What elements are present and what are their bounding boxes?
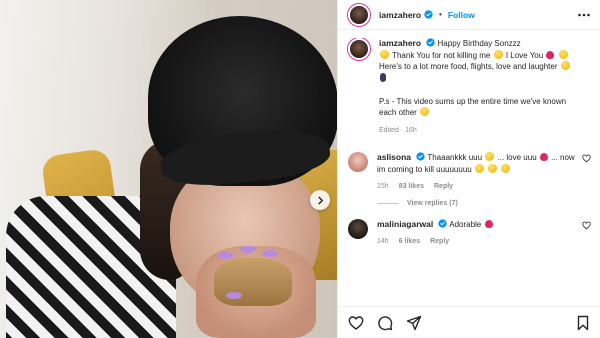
post-actions: [338, 306, 600, 338]
comment-timestamp: 15h: [377, 183, 389, 190]
bookmark-icon[interactable]: [575, 315, 591, 331]
caption-username[interactable]: iamzahero: [379, 38, 421, 48]
verified-icon: [438, 218, 448, 228]
nail: [262, 250, 278, 257]
comment-text: Adorable: [449, 219, 482, 229]
emoji-icon: [560, 61, 570, 70]
verified-icon: [426, 38, 435, 47]
instagram-post-embed: iamzahero • Follow iamzahero Happy Birth…: [0, 0, 600, 338]
more-icon[interactable]: [577, 9, 591, 21]
post-sidebar: iamzahero • Follow iamzahero Happy Birth…: [337, 0, 600, 338]
comment-text: Thaaankkk uuu: [427, 153, 483, 162]
comment-text: ... love uuu: [497, 153, 537, 162]
comments-list[interactable]: iamzahero Happy Birthday Sonzzz Thank Yo…: [338, 38, 600, 300]
avatar[interactable]: [348, 38, 370, 60]
nail: [226, 292, 242, 299]
heart-emoji-icon: [539, 153, 548, 161]
follow-button[interactable]: Follow: [448, 10, 475, 20]
comment-body: maliniagarwal Adorable 14h 6 likes Reply: [377, 219, 591, 248]
comment-meta: 14h 6 likes Reply: [377, 236, 577, 248]
heart-emoji-icon: [484, 219, 493, 228]
verified-icon: [424, 10, 433, 19]
header-user: iamzahero • Follow: [379, 10, 475, 20]
caption-text: P.s - This video sums up the entire time…: [379, 96, 567, 118]
emoji-icon: [380, 49, 389, 59]
comment-like-icon[interactable]: [582, 221, 591, 230]
next-slide-button[interactable]: [310, 190, 330, 210]
caption-text: Happy Birthday Sonzzz: [437, 39, 521, 48]
emoji-icon: [420, 107, 430, 116]
sandwich: [214, 258, 292, 306]
avatar[interactable]: [348, 218, 368, 239]
comment: aslisona Thaaankkk uuu ... love uuu ... …: [348, 152, 591, 193]
emoji-icon: [380, 72, 386, 82]
post-video[interactable]: [0, 0, 337, 338]
caption-text: I Love You: [505, 50, 544, 60]
comment-icon[interactable]: [377, 315, 393, 331]
comment-username[interactable]: aslisona: [377, 152, 411, 162]
chevron-right-icon: [317, 196, 323, 204]
avatar[interactable]: [348, 3, 370, 26]
divider: [377, 202, 399, 204]
heart-icon[interactable]: [348, 315, 364, 331]
comment-likes[interactable]: 6 likes: [399, 236, 420, 248]
caption-meta: Edited · 16h: [379, 125, 577, 137]
post-username[interactable]: iamzahero: [379, 10, 421, 20]
verified-icon: [416, 152, 425, 161]
view-replies-label: View replies (7): [407, 199, 458, 207]
caption: iamzahero Happy Birthday Sonzzz Thank Yo…: [348, 38, 591, 136]
comment-like-icon[interactable]: [582, 154, 591, 163]
reply-button[interactable]: Reply: [430, 236, 449, 248]
avatar[interactable]: [348, 152, 368, 172]
emoji-icon: [474, 163, 484, 173]
emoji-icon: [558, 49, 568, 59]
heart-emoji-icon: [546, 50, 555, 59]
post-header: iamzahero • Follow: [338, 0, 600, 30]
comment-timestamp: 14h: [377, 238, 389, 245]
nail: [240, 246, 256, 253]
emoji-icon: [485, 152, 495, 161]
comment-username[interactable]: maliniagarwal: [377, 219, 433, 229]
comment-meta: 15h 83 likes Reply: [377, 181, 577, 193]
reply-button[interactable]: Reply: [434, 181, 453, 193]
emoji-icon: [488, 163, 498, 173]
comment-likes[interactable]: 83 likes: [399, 181, 424, 193]
share-icon[interactable]: [406, 315, 422, 331]
caption-body: iamzahero Happy Birthday Sonzzz Thank Yo…: [379, 38, 591, 136]
view-replies-button[interactable]: View replies (7): [377, 200, 591, 207]
comment: maliniagarwal Adorable 14h 6 likes Reply: [348, 218, 591, 248]
caption-text: Here's to a lot more food, flights, love…: [379, 62, 558, 71]
nail: [218, 252, 234, 259]
caption-timestamp: Edited · 16h: [379, 126, 417, 134]
emoji-icon: [493, 49, 503, 59]
emoji-icon: [501, 163, 511, 173]
separator: •: [439, 10, 442, 19]
comment-body: aslisona Thaaankkk uuu ... love uuu ... …: [377, 152, 591, 193]
caption-text: Thank You for not killing me: [392, 50, 491, 60]
